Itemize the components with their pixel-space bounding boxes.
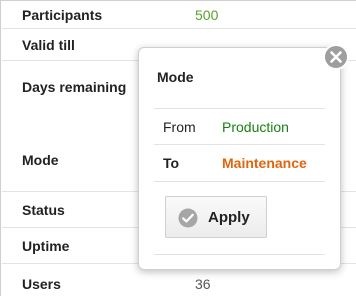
popover-divider xyxy=(154,144,325,145)
from-mode-value: Production xyxy=(222,119,289,135)
table-row-participants: Participants 500 xyxy=(2,1,356,28)
popover-divider xyxy=(154,254,325,255)
valid-till-label: Valid till xyxy=(22,37,75,53)
apply-button-label: Apply xyxy=(208,209,250,226)
popover-divider xyxy=(154,181,325,182)
status-label: Status xyxy=(22,202,65,218)
to-mode-value: Maintenance xyxy=(222,155,307,171)
days-remaining-label: Days remaining xyxy=(22,79,127,95)
users-label: Users xyxy=(22,276,61,292)
popover-divider xyxy=(154,108,325,109)
mode-change-popover: Mode From Production To Maintenance Appl… xyxy=(138,47,341,270)
to-label: To xyxy=(163,155,180,171)
popover-title: Mode xyxy=(157,69,194,85)
apply-button[interactable]: Apply xyxy=(165,196,267,238)
participants-value: 500 xyxy=(195,6,219,23)
mode-label: Mode xyxy=(22,152,59,168)
uptime-label: Uptime xyxy=(22,238,70,254)
from-label: From xyxy=(163,119,196,135)
check-circle-icon xyxy=(178,208,198,228)
participants-label: Participants xyxy=(22,6,103,23)
users-value: 36 xyxy=(195,276,211,292)
close-circle-icon[interactable] xyxy=(323,44,349,70)
